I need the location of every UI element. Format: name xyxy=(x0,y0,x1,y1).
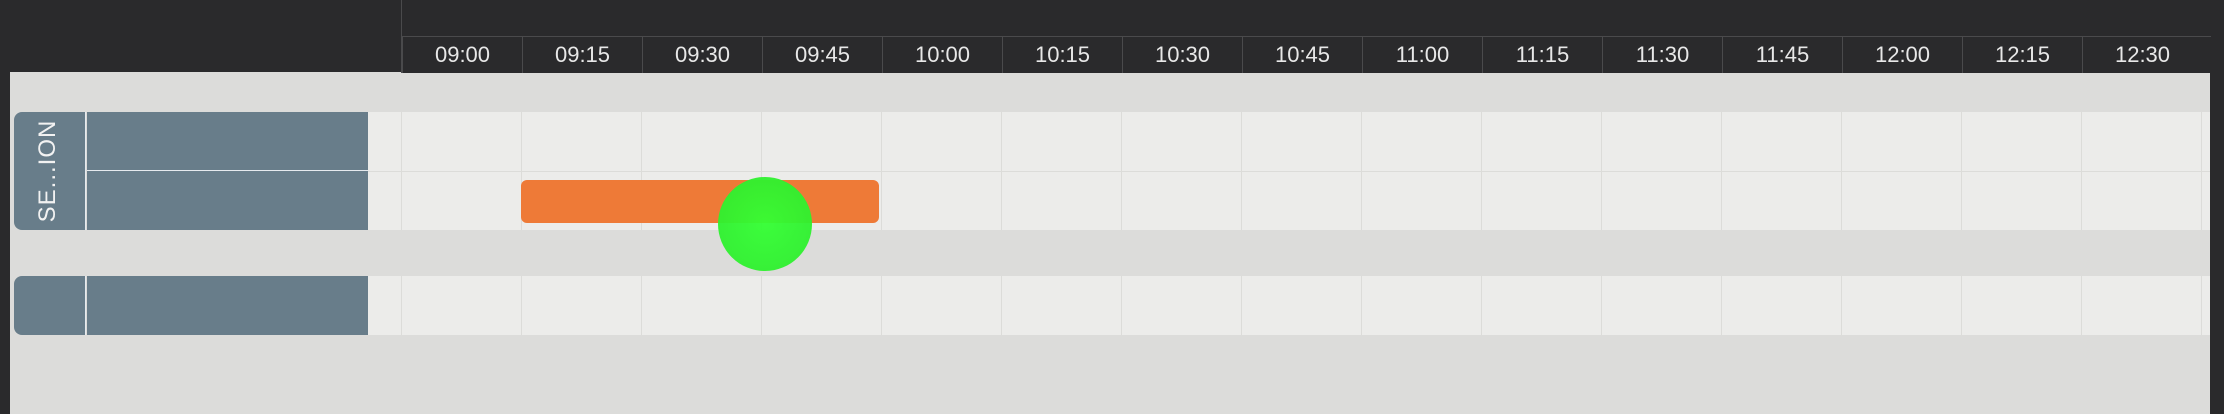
time-header-cell: 10:45 xyxy=(1242,37,1362,73)
time-header-cell: 12:30 xyxy=(2082,37,2202,73)
time-header-cell: 12:00 xyxy=(1842,37,1962,73)
time-header-cell: 09:45 xyxy=(762,37,882,73)
time-header-cell: 12:15 xyxy=(1962,37,2082,73)
time-header-cell: 10:30 xyxy=(1122,37,1242,73)
lane-row-header[interactable] xyxy=(87,276,368,335)
time-header-cell: 09:15 xyxy=(522,37,642,73)
lane-row-header[interactable] xyxy=(87,171,368,230)
header-corner xyxy=(10,0,401,72)
time-header-cell: 10:15 xyxy=(1002,37,1122,73)
time-header-cell: 10:00 xyxy=(882,37,1002,73)
lane-group-title: SE...ION xyxy=(34,119,61,223)
event-bar[interactable] xyxy=(521,180,879,223)
time-header-cell: 11:45 xyxy=(1722,37,1842,73)
scheduler-frame: 09:00 09:15 09:30 09:45 10:00 10:15 10:3… xyxy=(10,0,2211,414)
header-top-bar xyxy=(401,0,2211,36)
time-header-cell: 09:00 xyxy=(402,37,522,73)
lane-group-title xyxy=(14,291,86,319)
time-header: 09:00 09:15 09:30 09:45 10:00 10:15 10:3… xyxy=(401,36,2211,73)
touch-indicator xyxy=(718,177,812,271)
lane-group-label[interactable]: SE...ION xyxy=(14,112,86,230)
time-header-cell: 09:30 xyxy=(642,37,762,73)
time-header-cell: 11:00 xyxy=(1362,37,1482,73)
time-header-cell: 11:15 xyxy=(1482,37,1602,73)
lane-group-label[interactable] xyxy=(14,276,86,335)
lane-grid-2[interactable] xyxy=(368,276,2210,335)
lane-row-header[interactable] xyxy=(87,112,368,171)
time-header-cell: 11:30 xyxy=(1602,37,1722,73)
